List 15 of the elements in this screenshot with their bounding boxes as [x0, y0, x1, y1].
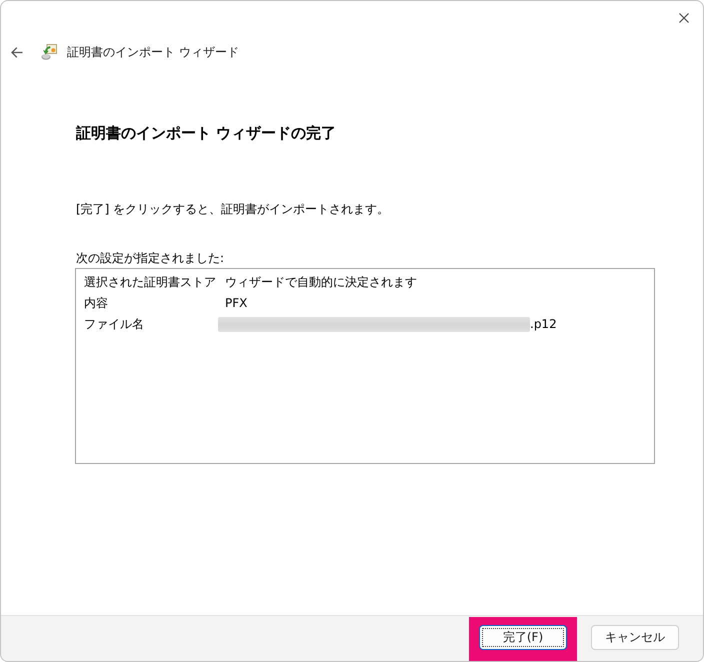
setting-name: ファイル名 — [84, 316, 144, 333]
setting-value: ウィザードで自動的に決定されます — [225, 274, 417, 291]
setting-name: 内容 — [84, 295, 108, 312]
back-arrow-icon — [11, 46, 23, 58]
cancel-button[interactable]: キャンセル — [591, 625, 679, 650]
page-heading: 証明書のインポート ウィザードの完了 — [76, 123, 336, 143]
setting-value: PFX — [225, 295, 248, 312]
setting-value: .p12 — [530, 316, 557, 333]
certificate-icon — [41, 44, 57, 60]
setting-name: 選択された証明書ストア — [84, 274, 216, 291]
instruction-text: [完了] をクリックすると、証明書がインポートされます。 — [76, 201, 390, 218]
settings-label: 次の設定が指定されました: — [76, 250, 224, 267]
finish-button[interactable]: 完了(F) — [479, 625, 567, 650]
close-icon — [679, 13, 689, 23]
wizard-title: 証明書のインポート ウィザード — [67, 44, 239, 60]
